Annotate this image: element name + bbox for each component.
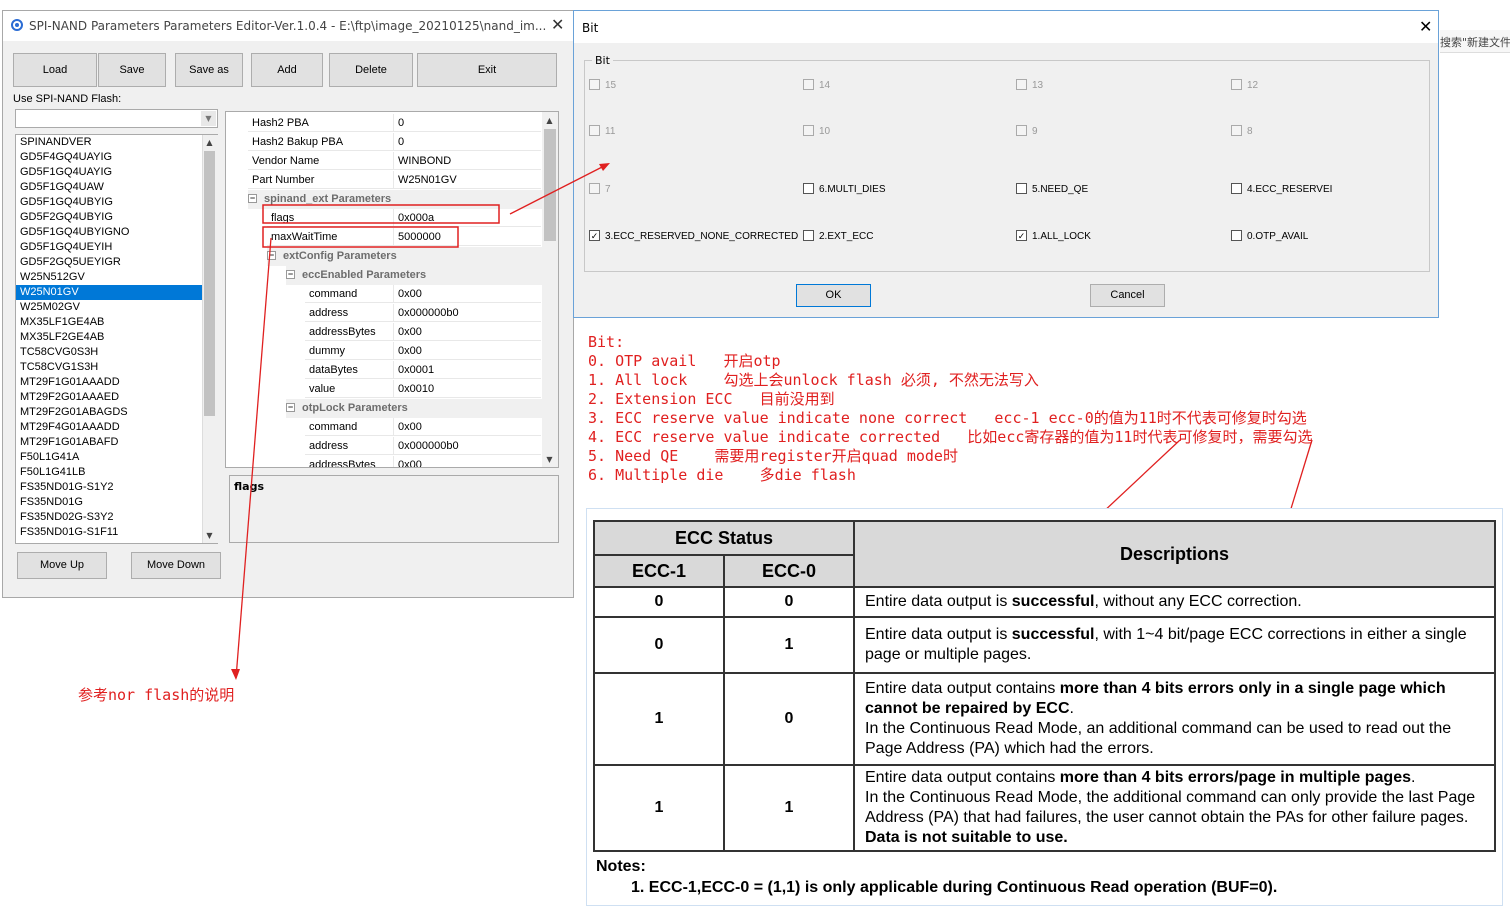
description-bold-text: successful	[1011, 626, 1095, 643]
ecc0-cell: 0	[723, 586, 855, 618]
description-text: In the Continuous Read Mode, an addition…	[865, 720, 1452, 757]
maxwaittime-highlight-box	[262, 226, 459, 248]
ecc0-header: ECC-0	[723, 554, 855, 588]
description-text: .	[1069, 700, 1074, 717]
notes-item: 1. ECC-1,ECC-0 = (1,1) is only applicabl…	[631, 879, 1278, 896]
description-text: In the Continuous Read Mode, the additio…	[865, 789, 1476, 826]
descriptions-header: Descriptions	[853, 520, 1496, 588]
description-cell: Entire data output is successful, with 1…	[853, 616, 1496, 674]
description-bold-text: Data is not suitable to use.	[865, 829, 1068, 846]
description-text: Entire data output contains	[865, 769, 1060, 786]
ecc-status-table: ECC Status Descriptions ECC-1 ECC-0 0 0 En…	[593, 520, 1496, 852]
ecc1-cell: 0	[593, 586, 725, 618]
description-cell: Entire data output is successful, withou…	[853, 586, 1496, 618]
ecc-table-row: 0 1 Entire data output is successful, with…	[593, 616, 1496, 674]
ecc0-cell: 0	[723, 672, 855, 766]
ecc1-header: ECC-1	[593, 554, 725, 588]
ecc1-cell: 1	[593, 764, 725, 852]
description-text: Entire data output is	[865, 593, 1012, 610]
description-cell: Entire data output contains more than 4 …	[853, 764, 1496, 852]
description-bold-text: successful	[1011, 593, 1095, 610]
ecc0-cell: 1	[723, 616, 855, 674]
ecc-table-row: 1 0 Entire data output contains more than …	[593, 672, 1496, 766]
ecc-table-row: 1 1 Entire data output contains more than …	[593, 764, 1496, 852]
description-cell: Entire data output contains more than 4 …	[853, 672, 1496, 766]
ecc-status-header: ECC Status	[593, 520, 855, 556]
ecc0-cell: 1	[723, 764, 855, 852]
description-text: Entire data output contains	[865, 680, 1060, 697]
description-text: Entire data output is	[865, 626, 1012, 643]
description-bold-text: more than 4 bits errors/page in multiple…	[1059, 769, 1411, 786]
ecc1-cell: 1	[593, 672, 725, 766]
description-text: , without any ECC correction.	[1094, 593, 1302, 610]
description-text: .	[1411, 769, 1416, 786]
flags-highlight-box	[262, 204, 500, 224]
ecc-table-row: 0 0 Entire data output is successful, with…	[593, 586, 1496, 618]
ecc1-cell: 0	[593, 616, 725, 674]
notes-title: Notes:	[596, 858, 646, 875]
